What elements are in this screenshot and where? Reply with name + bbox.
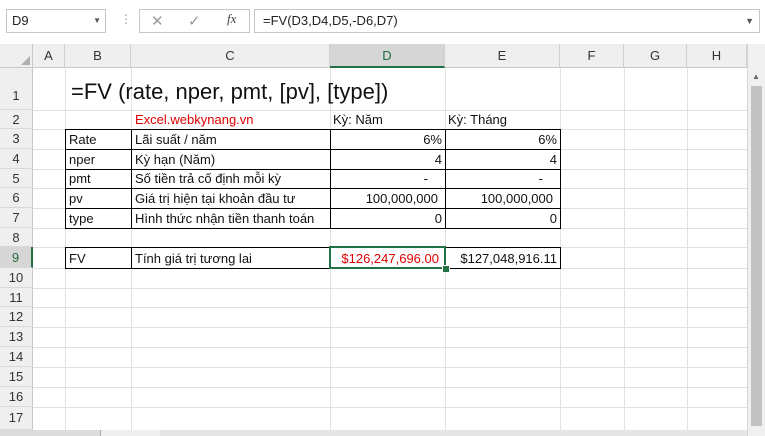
param-d-pv[interactable]: 100,000,000 xyxy=(330,189,438,208)
enter-icon[interactable]: ✓ xyxy=(188,12,201,30)
name-box[interactable]: D9 ▼ xyxy=(6,9,106,33)
row-header-15[interactable]: 15 xyxy=(0,367,33,387)
row-header-16[interactable]: 16 xyxy=(0,387,33,407)
row-header-7[interactable]: 7 xyxy=(0,208,33,228)
formula-bar: D9 ▼ ⋮ ✕ ✓ fx =FV(D3,D4,D5,-D6,D7) ▼ xyxy=(0,0,765,45)
fv-key[interactable]: FV xyxy=(69,249,86,268)
param-e-pmt[interactable]: - xyxy=(445,169,543,188)
param-d-type[interactable]: 0 xyxy=(330,209,442,228)
formula-syntax-title: =FV (rate, nper, pmt, [pv], [type]) xyxy=(71,79,389,104)
chevron-down-icon[interactable]: ▼ xyxy=(93,10,101,32)
param-key-pmt[interactable]: pmt xyxy=(69,169,91,188)
param-desc-pv[interactable]: Giá trị hiện tại khoản đầu tư xyxy=(135,189,295,208)
sheet-tabs-strip xyxy=(0,430,747,436)
param-key-rate[interactable]: Rate xyxy=(69,130,96,149)
fv-month-result[interactable]: $127,048,916.11 xyxy=(445,249,557,268)
row-header-1[interactable]: 1 xyxy=(0,68,33,110)
column-header-h[interactable]: H xyxy=(687,44,747,68)
column-header-f[interactable]: F xyxy=(560,44,624,68)
period-month-header: Kỳ: Tháng xyxy=(448,112,508,127)
column-header-a[interactable]: A xyxy=(33,44,65,68)
column-header-g[interactable]: G xyxy=(624,44,687,68)
param-d-rate[interactable]: 6% xyxy=(330,130,442,149)
active-cell-selection xyxy=(329,246,446,269)
row-header-17[interactable]: 17 xyxy=(0,407,33,430)
row-header-11[interactable]: 11 xyxy=(0,288,33,307)
grip-icon[interactable]: ⋮ xyxy=(120,12,132,26)
formula-buttons: ✕ ✓ fx xyxy=(139,9,250,33)
param-key-type[interactable]: type xyxy=(69,209,94,228)
column-header-e[interactable]: E xyxy=(445,44,560,68)
select-all-corner[interactable] xyxy=(0,44,33,68)
row-header-10[interactable]: 10 xyxy=(0,268,33,288)
formula-input[interactable]: =FV(D3,D4,D5,-D6,D7) ▼ xyxy=(254,9,760,33)
insert-function-icon[interactable]: fx xyxy=(227,11,236,27)
row-header-2[interactable]: 2 xyxy=(0,110,33,129)
cancel-icon[interactable]: ✕ xyxy=(151,12,164,30)
column-header-b[interactable]: B xyxy=(65,44,131,68)
fill-handle[interactable] xyxy=(442,265,450,273)
row-header-9[interactable]: 9 xyxy=(0,247,33,268)
row-header-5[interactable]: 5 xyxy=(0,169,33,188)
expand-formula-icon[interactable]: ▼ xyxy=(745,10,754,32)
param-desc-nper[interactable]: Kỳ hạn (Năm) xyxy=(135,150,215,169)
row-header-8[interactable]: 8 xyxy=(0,228,33,247)
param-d-nper[interactable]: 4 xyxy=(330,150,442,169)
row-header-4[interactable]: 4 xyxy=(0,149,33,169)
param-desc-type[interactable]: Hình thức nhận tiền thanh toán xyxy=(135,209,314,228)
site-label: Excel.webkynang.vn xyxy=(135,112,254,127)
sheet-tab[interactable] xyxy=(0,430,101,436)
row-header-3[interactable]: 3 xyxy=(0,129,33,149)
column-header-c[interactable]: C xyxy=(131,44,330,68)
column-header-d[interactable]: D xyxy=(330,44,445,68)
period-year-header: Kỳ: Năm xyxy=(333,112,383,127)
row-header-13[interactable]: 13 xyxy=(0,327,33,347)
param-e-type[interactable]: 0 xyxy=(445,209,557,228)
param-desc-pmt[interactable]: Số tiền trả cố định mỗi kỳ xyxy=(135,169,281,188)
param-key-nper[interactable]: nper xyxy=(69,150,95,169)
name-box-value: D9 xyxy=(12,13,29,28)
row-header-14[interactable]: 14 xyxy=(0,347,33,367)
param-key-pv[interactable]: pv xyxy=(69,189,83,208)
param-desc-rate[interactable]: Lãi suất / năm xyxy=(135,130,217,149)
horizontal-scrollbar[interactable] xyxy=(160,430,747,436)
scroll-up-icon[interactable]: ▲ xyxy=(752,72,760,81)
row-header-12[interactable]: 12 xyxy=(0,307,33,327)
param-d-pmt[interactable]: - xyxy=(330,169,428,188)
formula-text: =FV(D3,D4,D5,-D6,D7) xyxy=(263,13,398,28)
scrollbar-thumb[interactable] xyxy=(751,86,762,426)
row-header-6[interactable]: 6 xyxy=(0,188,33,208)
param-e-rate[interactable]: 6% xyxy=(445,130,557,149)
param-e-pv[interactable]: 100,000,000 xyxy=(445,189,553,208)
vertical-scrollbar[interactable]: ▲ xyxy=(747,44,765,436)
fv-desc[interactable]: Tính giá trị tương lai xyxy=(135,249,252,268)
param-e-nper[interactable]: 4 xyxy=(445,150,557,169)
